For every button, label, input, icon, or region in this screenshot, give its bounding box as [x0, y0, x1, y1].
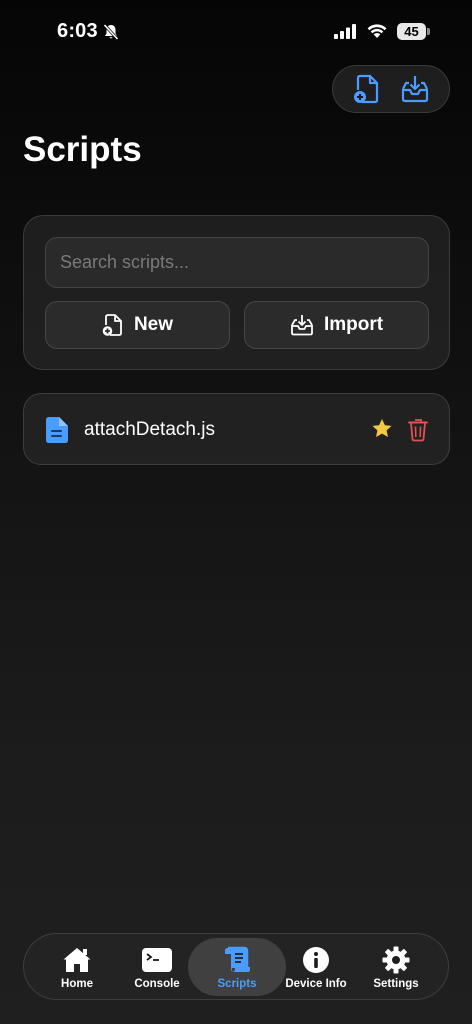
tab-label: Settings — [373, 978, 419, 990]
tab-device-info[interactable]: Device Info — [276, 938, 356, 996]
script-name: attachDetach.js — [84, 419, 215, 440]
new-button-label: New — [133, 314, 174, 335]
tab-label: Scripts — [217, 978, 257, 990]
search-input[interactable] — [45, 237, 429, 288]
scroll-icon — [225, 946, 250, 972]
favorite-star-icon[interactable] — [371, 418, 393, 440]
search-card: New Import — [23, 215, 450, 370]
top-actions-group — [332, 65, 450, 113]
tab-label: Home — [61, 978, 93, 990]
cellular-signal-icon — [334, 24, 356, 39]
file-plus-icon — [102, 314, 122, 336]
tray-download-icon — [291, 315, 313, 336]
house-icon — [63, 948, 91, 972]
page-title: Scripts — [23, 130, 142, 169]
gear-icon — [382, 946, 410, 974]
status-bar: 6:03 45 — [0, 0, 472, 64]
import-button[interactable]: Import — [244, 301, 429, 349]
battery-indicator: 45 — [397, 23, 426, 40]
trash-icon[interactable] — [408, 418, 428, 442]
tab-scripts[interactable]: Scripts — [188, 938, 286, 996]
tab-label: Console — [134, 978, 180, 990]
battery-cap — [427, 28, 430, 35]
app-screen: 6:03 45 Scripts Search scripts... New Im… — [0, 0, 472, 1024]
list-item[interactable]: attachDetach.js — [23, 393, 450, 465]
tab-bar: Home Console Scripts Device Info Setting… — [23, 933, 449, 1000]
tray-download-icon — [401, 76, 429, 103]
new-script-top-button[interactable] — [350, 72, 384, 106]
bell-slash-icon — [103, 23, 119, 41]
tab-settings[interactable]: Settings — [356, 938, 436, 996]
tab-console[interactable]: Console — [117, 938, 197, 996]
import-top-button[interactable] — [398, 72, 432, 106]
file-plus-icon — [354, 74, 379, 104]
info-icon — [303, 947, 329, 973]
status-time: 6:03 — [57, 20, 98, 42]
new-script-button[interactable]: New — [45, 301, 230, 349]
terminal-icon — [142, 948, 172, 972]
document-icon — [46, 417, 68, 443]
tab-home[interactable]: Home — [37, 938, 117, 996]
wifi-icon — [367, 24, 387, 38]
tab-label: Device Info — [285, 978, 347, 990]
import-button-label: Import — [323, 314, 384, 335]
